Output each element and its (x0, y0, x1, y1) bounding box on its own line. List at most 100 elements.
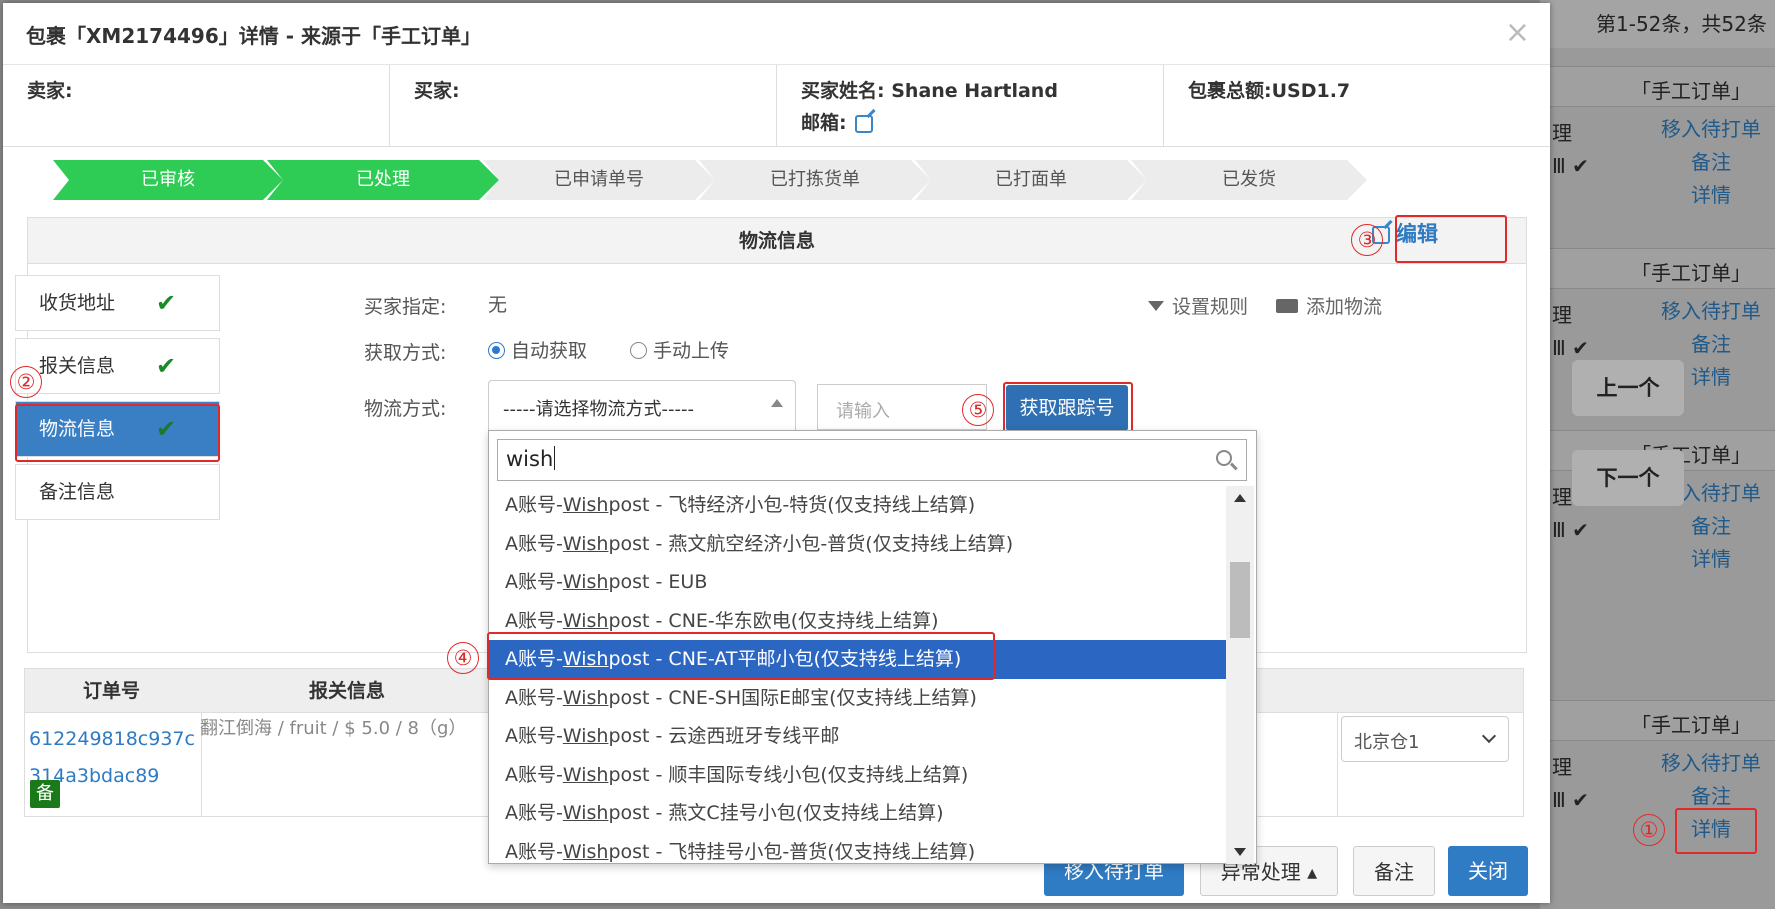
scroll-thumb[interactable] (1230, 562, 1250, 638)
annotation-5: ⑤ (962, 394, 994, 426)
buyer-name-value: Shane Hartland (891, 80, 1058, 102)
radio-checked-icon (488, 342, 505, 359)
option-rest: post - EUB (608, 571, 708, 593)
add-logistics-label: 添加物流 (1306, 296, 1383, 318)
option-rest: post - 燕文航空经济小包-普货(仅支持线上结算) (608, 532, 1014, 555)
option-keyword: Wish (562, 609, 609, 632)
total-cell: 包裹总额:USD1.7 (1164, 65, 1550, 146)
side-item-address[interactable]: 收货地址 ✔ (15, 275, 220, 331)
fetch-auto-radio[interactable]: 自动获取 (488, 336, 587, 363)
option-keyword: Wish (562, 763, 609, 786)
option-keyword: Wish (562, 571, 609, 593)
filter-icon (1148, 301, 1164, 311)
panel-title: 物流信息 (28, 218, 1526, 264)
dropdown-option[interactable]: A账号-Wishpost - 云途西班牙专线平邮 (489, 717, 1226, 756)
annotation-1: ① (1633, 814, 1665, 846)
column-divider (1337, 712, 1338, 816)
option-prefix: A账号- (505, 802, 563, 824)
dropdown-option[interactable]: A账号-Wishpost - 飞特经济小包-特货(仅支持线上结算) (489, 486, 1226, 525)
total-label: 包裹总额: (1188, 80, 1272, 102)
option-prefix: A账号- (505, 840, 563, 863)
logistics-select[interactable]: -----请选择物流方式----- (488, 380, 796, 430)
dropdown-option[interactable]: A账号-Wishpost - 燕文航空经济小包-普货(仅支持线上结算) (489, 525, 1226, 564)
option-keyword: Wish (562, 686, 609, 709)
step-shipped: 已发货 (1131, 160, 1367, 200)
step-label: 已打面单 (995, 169, 1067, 190)
buyer-specified-value: 无 (488, 294, 508, 316)
check-icon: ✔ (156, 289, 177, 317)
option-rest: post - 飞特挂号小包-普货(仅支持线上结算) (608, 840, 976, 863)
step-label: 已处理 (356, 169, 410, 190)
bg-status: 理 (1552, 121, 1572, 145)
step-applied: 已申请单号 (483, 160, 715, 200)
side-item-customs[interactable]: 报关信息 ✔ (15, 338, 220, 394)
set-rules-link[interactable]: 设置规则 (1148, 292, 1248, 319)
bg-detail-link[interactable]: 详情 (1661, 543, 1761, 576)
option-prefix: A账号- (505, 532, 563, 555)
edit-icon[interactable] (854, 114, 873, 133)
option-prefix: A账号- (505, 686, 563, 709)
annotation-box-get-tracking (1003, 382, 1133, 434)
fetch-auto-label: 自动获取 (511, 340, 588, 362)
bg-remark-link[interactable]: 备注 (1661, 328, 1761, 361)
fetch-manual-radio[interactable]: 手动上传 (630, 336, 729, 363)
pager-text: 第1-52条，共52条 (1540, 0, 1775, 48)
seller-label: 卖家: (27, 80, 73, 102)
dropdown-option[interactable]: A账号-Wishpost - 顺丰国际专线小包(仅支持线上结算) (489, 756, 1226, 795)
step-label: 已审核 (141, 169, 195, 190)
bg-status-2: Ⅲ ✔ (1552, 788, 1589, 812)
fetch-manual-label: 手动上传 (653, 340, 730, 362)
option-prefix: A账号- (505, 571, 563, 593)
annotation-box-edit (1395, 215, 1507, 263)
step-reviewed: 已审核 (53, 160, 283, 200)
buyer-name-cell: 买家姓名: Shane Hartland 邮箱: (777, 65, 1164, 146)
close-icon[interactable]: × (1505, 15, 1530, 50)
scroll-down-icon[interactable] (1234, 848, 1246, 856)
option-keyword: Wish (562, 840, 609, 863)
option-rest: post - CNE-SH国际E邮宝(仅支持线上结算) (608, 686, 977, 709)
buyer-label: 买家: (414, 80, 460, 102)
bg-status: 理 (1552, 755, 1572, 779)
bg-move-link[interactable]: 移入待打单 (1661, 747, 1761, 780)
option-prefix: A账号- (505, 494, 563, 516)
bg-status: 理 (1552, 303, 1572, 327)
bg-order-block: 「手工订单」 理 Ⅲ ✔ 移入待打单 备注 详情 (1540, 66, 1775, 247)
option-rest: post - 燕文C挂号小包(仅支持线上结算) (608, 802, 944, 824)
remark-button[interactable]: 备注 (1353, 846, 1435, 896)
radio-unchecked-icon (630, 342, 647, 359)
dropdown-option[interactable]: A账号-Wishpost - 飞特挂号小包-普货(仅支持线上结算) (489, 833, 1226, 865)
option-rest: post - 飞特经济小包-特货(仅支持线上结算) (608, 494, 976, 516)
source-tag: 「手工订单」 (1540, 249, 1775, 289)
side-menu: 收货地址 ✔ 报关信息 ✔ 物流信息 ✔ 备注信息 (15, 275, 220, 527)
dropdown-search-input[interactable]: wish (497, 439, 1247, 481)
set-rules-label: 设置规则 (1172, 296, 1249, 318)
search-icon (1216, 450, 1232, 466)
option-prefix: A账号- (505, 725, 563, 747)
add-logistics-link[interactable]: 添加物流 (1276, 292, 1382, 319)
bg-move-link[interactable]: 移入待打单 (1661, 295, 1761, 328)
warehouse-select[interactable]: 北京仓1 (1341, 716, 1509, 762)
dropdown-option[interactable]: A账号-Wishpost - EUB (489, 563, 1226, 602)
step-label: 已发货 (1222, 169, 1276, 190)
bg-remark-link[interactable]: 备注 (1661, 510, 1761, 543)
annotation-box-logistics (15, 404, 220, 462)
dropdown-option[interactable]: A账号-Wishpost - CNE-SH国际E邮宝(仅支持线上结算) (489, 679, 1226, 718)
next-button[interactable]: 下一个 (1572, 450, 1684, 506)
bg-detail-link[interactable]: 详情 (1661, 179, 1761, 212)
side-item-notes[interactable]: 备注信息 (15, 464, 220, 520)
step-picklist: 已打拣货单 (699, 160, 931, 200)
bg-remark-link[interactable]: 备注 (1661, 146, 1761, 179)
annotation-box-detail (1675, 808, 1757, 854)
close-button[interactable]: 关闭 (1448, 846, 1528, 896)
step-label: 已打拣货单 (770, 169, 860, 190)
dropdown-scrollbar[interactable] (1226, 486, 1254, 864)
warehouse-value: 北京仓1 (1354, 732, 1420, 753)
scroll-up-icon[interactable] (1234, 494, 1246, 502)
dropdown-option[interactable]: A账号-Wishpost - 燕文C挂号小包(仅支持线上结算) (489, 794, 1226, 833)
bg-move-link[interactable]: 移入待打单 (1661, 113, 1761, 146)
source-tag: 「手工订单」 (1540, 701, 1775, 741)
logistics-select-value: -----请选择物流方式----- (503, 399, 694, 420)
prev-button[interactable]: 上一个 (1572, 360, 1684, 416)
step-label: 已申请单号 (554, 169, 644, 190)
option-keyword: Wish (562, 532, 609, 555)
